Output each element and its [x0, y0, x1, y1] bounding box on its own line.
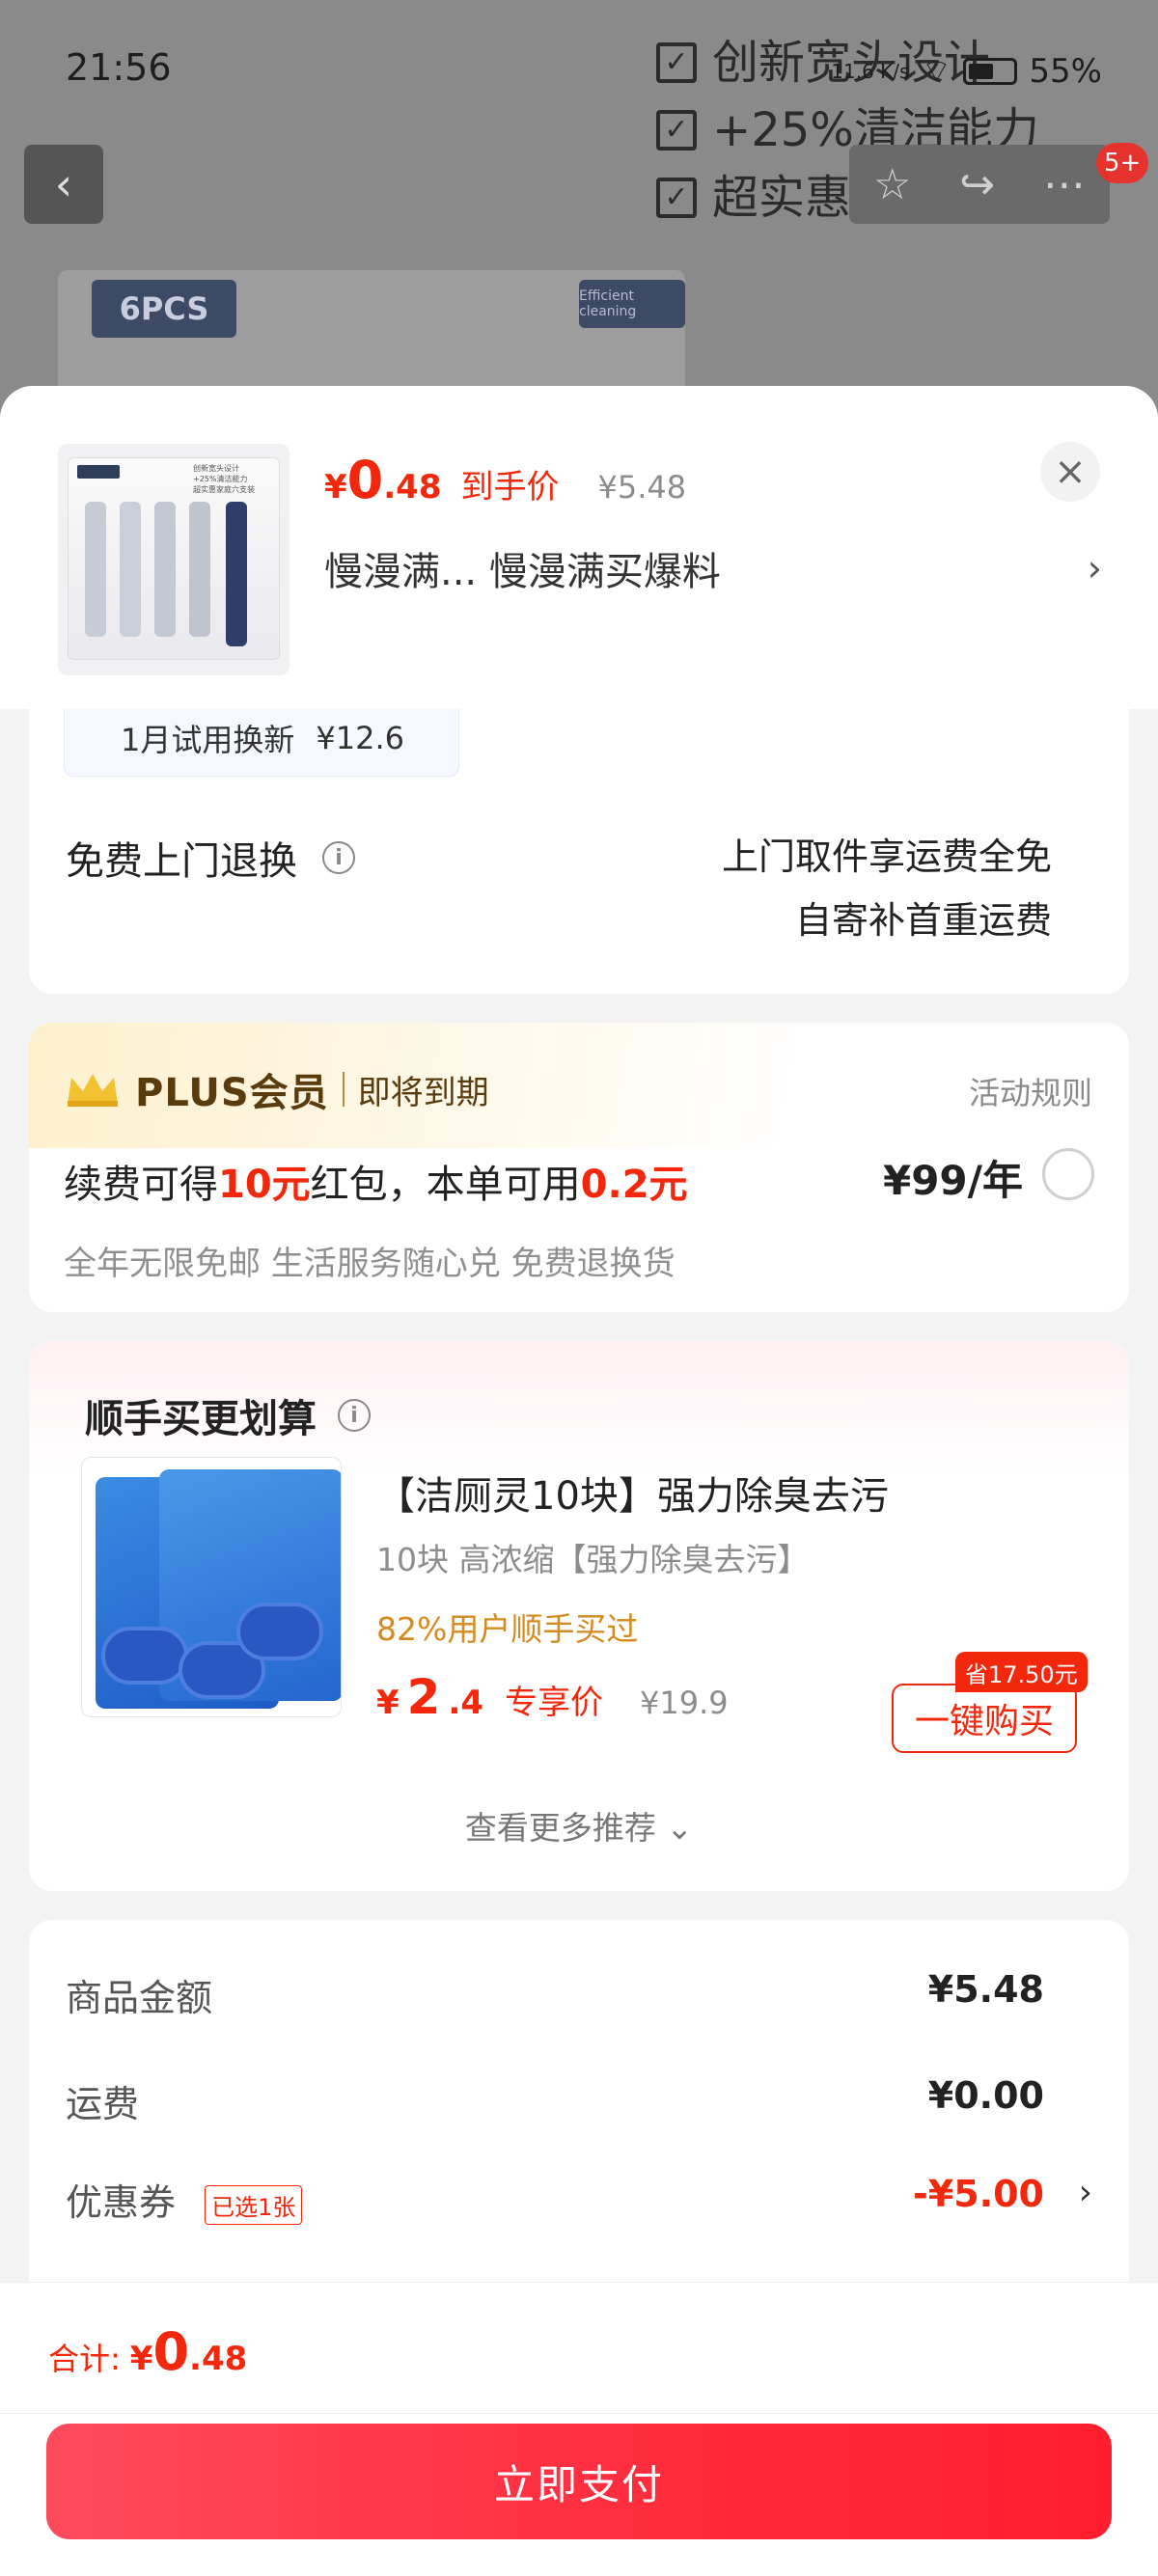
coupon-label: 优惠券: [66, 2181, 177, 2224]
addon-original-price: ¥19.9: [640, 1685, 729, 1721]
addon-title: 顺手买更划算 i: [85, 1387, 371, 1443]
one-click-buy-button[interactable]: 一键购买: [892, 1684, 1077, 1753]
divider: [342, 1072, 345, 1107]
wifi-icon: ⌔: [921, 52, 952, 91]
final-price-label: 到手价: [460, 468, 560, 507]
addon-stat: 82%用户顺手买过: [376, 1610, 639, 1648]
return-desc-line: 自寄补首重运费: [794, 899, 1052, 942]
coupon-tag: 已选1张: [205, 2185, 303, 2225]
cart-badge: 5+: [1096, 143, 1149, 183]
tablet-shape: [236, 1603, 323, 1660]
plus-status: 即将到期: [357, 1073, 489, 1112]
share-icon[interactable]: ↪: [959, 160, 995, 209]
close-button[interactable]: ×: [1040, 442, 1100, 502]
addon-name[interactable]: 【洁厕灵10块】强力除臭去污: [376, 1465, 889, 1521]
order-summary-card: 商品金额 ¥5.48 运费 ¥0.00 优惠券 已选1张 -¥5.00 ›: [29, 1920, 1129, 2325]
toothbrush-shape: [120, 502, 141, 637]
chevron-right-icon: ›: [1087, 547, 1102, 589]
plus-offer: 续费可得10元红包，本单可用0.2元: [64, 1163, 688, 1207]
plus-logo: PLUS会员: [135, 1071, 329, 1115]
save-badge: 省17.50元: [955, 1652, 1088, 1692]
info-icon[interactable]: i: [338, 1399, 371, 1432]
plus-select-radio[interactable]: [1042, 1148, 1094, 1200]
chevron-down-icon: ⌄: [666, 1809, 694, 1847]
more-recommendations-link[interactable]: 查看更多推荐 ⌄: [29, 1802, 1129, 1849]
chevron-left-icon: ‹: [54, 158, 73, 210]
plus-benefits: 全年无限免邮 生活服务随心兑 免费退换货: [64, 1245, 676, 1283]
toothbrush-shape: [154, 502, 176, 637]
crown-icon: [68, 1074, 118, 1107]
shipping-value: ¥0.00: [927, 2074, 1044, 2117]
status-indicators: 11.6 K/s ⌔ 55%: [831, 50, 1102, 92]
checkout-sheet: 创新宽头设计 +25%清洁能力 超实惠家庭六支装 ¥0.48 到手价 ¥5.48 ×…: [0, 386, 1158, 2576]
addon-price-tag: 专享价: [505, 1684, 604, 1722]
status-time: 21:56: [66, 46, 172, 89]
battery-icon: [963, 57, 1018, 85]
final-price: ¥0.48: [324, 450, 442, 510]
shipping-label: 运费: [66, 2083, 140, 2125]
promo-selector[interactable]: 慢漫满... 慢漫满买爆料 ›: [324, 540, 1102, 596]
sheet-header: 创新宽头设计 +25%清洁能力 超实惠家庭六支装 ¥0.48 到手价 ¥5.48 ×…: [0, 386, 1158, 709]
more-recommendations-label: 查看更多推荐: [464, 1809, 656, 1847]
addon-card: 顺手买更划算 i 【洁厕灵10块】强力除臭去污 10块 高浓缩【强力除臭去污】 …: [29, 1341, 1129, 1891]
more-icon[interactable]: ⋯: [1043, 160, 1086, 209]
plus-membership-card[interactable]: PLUS会员 即将到期 活动规则 续费可得10元红包，本单可用0.2元 ¥99/…: [29, 1023, 1129, 1312]
close-icon: ×: [1054, 450, 1087, 494]
coupon-value: -¥5.00: [913, 2173, 1044, 2215]
favorite-star-icon[interactable]: ☆: [873, 160, 911, 209]
plus-header: PLUS会员 即将到期: [64, 1061, 489, 1117]
toothbrush-shape: [226, 502, 247, 646]
addon-product-image[interactable]: [81, 1457, 342, 1717]
price-row: ¥0.48 到手价 ¥5.48: [324, 450, 686, 510]
activity-rules-link[interactable]: 活动规则: [969, 1069, 1092, 1113]
battery-level: 55%: [1029, 51, 1102, 91]
trial-label: 1月试用换新: [121, 722, 295, 758]
thumbnail-label: [77, 465, 120, 479]
trial-price: ¥12.6: [316, 720, 404, 756]
coupon-row[interactable]: 优惠券 已选1张 -¥5.00 ›: [66, 2173, 1092, 2226]
return-service-title: 免费上门退换 i: [66, 830, 355, 886]
addon-price: ¥2.4 专享价 ¥19.9: [376, 1669, 729, 1725]
plus-price: ¥99/年: [882, 1157, 1023, 1204]
goods-amount-value: ¥5.48: [927, 1968, 1044, 2011]
original-price: ¥5.48: [597, 469, 687, 506]
total-amount: 合计: ¥0.48: [48, 2321, 248, 2382]
pay-now-button[interactable]: 立即支付: [46, 2424, 1112, 2539]
service-card: 1月试用换新 ¥12.6 免费上门退换 i 上门取件享运费全免 自寄补首重运费: [29, 675, 1129, 994]
promo-text: 慢漫满... 慢漫满买爆料: [324, 550, 721, 594]
shipping-row: 运费 ¥0.00: [66, 2074, 1092, 2127]
addon-subtitle: 10块 高浓缩【强力除臭去污】: [376, 1541, 810, 1578]
return-service-desc: 上门取件享运费全免 自寄补首重运费: [722, 825, 1052, 952]
info-icon[interactable]: i: [322, 841, 355, 874]
addon-title-label: 顺手买更划算: [85, 1397, 317, 1441]
return-desc-line: 上门取件享运费全免: [721, 836, 1052, 878]
network-speed: 11.6 K/s: [831, 59, 910, 83]
toothbrush-shape: [85, 502, 106, 637]
tablet-shape: [101, 1627, 188, 1685]
back-button[interactable]: ‹: [24, 145, 103, 224]
return-service-label: 免费上门退换: [66, 839, 297, 884]
chevron-right-icon: ›: [1078, 2173, 1092, 2212]
divider: [0, 2413, 1158, 2414]
checkbox-icon: ✓: [656, 178, 697, 218]
thumbnail-bullets: 创新宽头设计 +25%清洁能力 超实惠家庭六支装: [193, 464, 255, 494]
total-label: 合计:: [48, 2341, 121, 2377]
checkout-bar: 合计: ¥0.48 立即支付: [0, 2282, 1158, 2576]
status-bar: 21:56 11.6 K/s ⌔ 55%: [0, 0, 1158, 125]
toothbrush-shape: [189, 502, 210, 637]
goods-amount-row: 商品金额 ¥5.48: [66, 1968, 1092, 2021]
goods-amount-label: 商品金额: [66, 1977, 213, 2019]
product-thumbnail[interactable]: 创新宽头设计 +25%清洁能力 超实惠家庭六支装: [58, 444, 290, 675]
top-actions: ☆ ↪ ⋯: [849, 145, 1110, 224]
package-tag: Efficient cleaning: [579, 280, 685, 328]
package-label: 6PCS: [92, 280, 236, 338]
